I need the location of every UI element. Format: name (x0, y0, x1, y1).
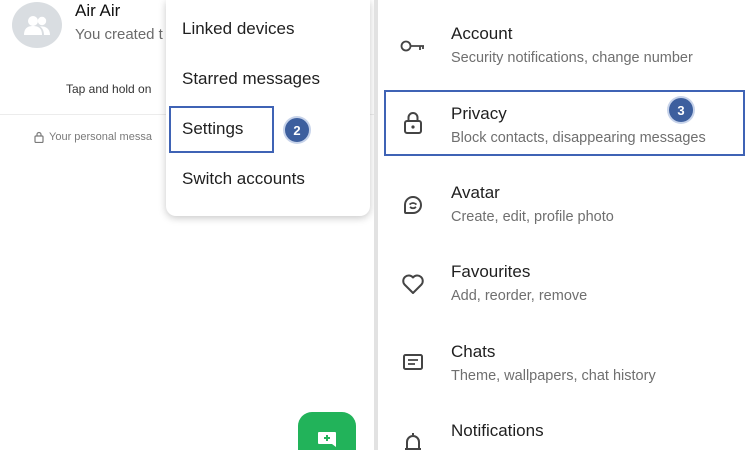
settings-chats-subtitle: Theme, wallpapers, chat history (451, 368, 656, 384)
lock-small-icon (34, 131, 44, 143)
menu-item-linked-devices[interactable]: Linked devices (182, 19, 294, 39)
group-subtitle: You created t (75, 26, 163, 43)
settings-avatar-subtitle: Create, edit, profile photo (451, 209, 614, 225)
avatar-icon (400, 192, 426, 218)
step-badge-2: 2 (285, 118, 309, 142)
tap-hint: Tap and hold on (66, 82, 152, 96)
new-chat-button[interactable] (298, 412, 356, 450)
settings-favourites-subtitle: Add, reorder, remove (451, 288, 588, 304)
settings-avatar-title[interactable]: Avatar (451, 183, 500, 203)
key-icon (400, 33, 426, 59)
chat-pane: Air Air You created t Tap and hold on Yo… (0, 0, 374, 450)
group-avatar[interactable] (12, 2, 62, 48)
group-icon (24, 16, 50, 35)
new-chat-icon (318, 432, 336, 447)
heart-icon (400, 271, 426, 297)
encryption-note-text: Your personal messa (49, 131, 152, 143)
settings-account-title[interactable]: Account (451, 24, 512, 44)
group-name[interactable]: Air Air (75, 1, 120, 21)
privacy-highlight (384, 90, 745, 156)
step-badge-3: 3 (669, 98, 693, 122)
settings-favourites-title[interactable]: Favourites (451, 262, 530, 282)
settings-chats-title[interactable]: Chats (451, 342, 495, 362)
encryption-note: Your personal messa (34, 131, 152, 143)
settings-account-subtitle: Security notifications, change number (451, 50, 693, 66)
settings-highlight (169, 106, 274, 153)
bell-icon (400, 430, 426, 450)
chat-icon (400, 350, 426, 376)
menu-item-starred-messages[interactable]: Starred messages (182, 69, 320, 89)
settings-pane: Account Security notifications, change n… (378, 0, 750, 450)
settings-notifications-title[interactable]: Notifications (451, 421, 544, 441)
menu-item-switch-accounts[interactable]: Switch accounts (182, 169, 305, 189)
